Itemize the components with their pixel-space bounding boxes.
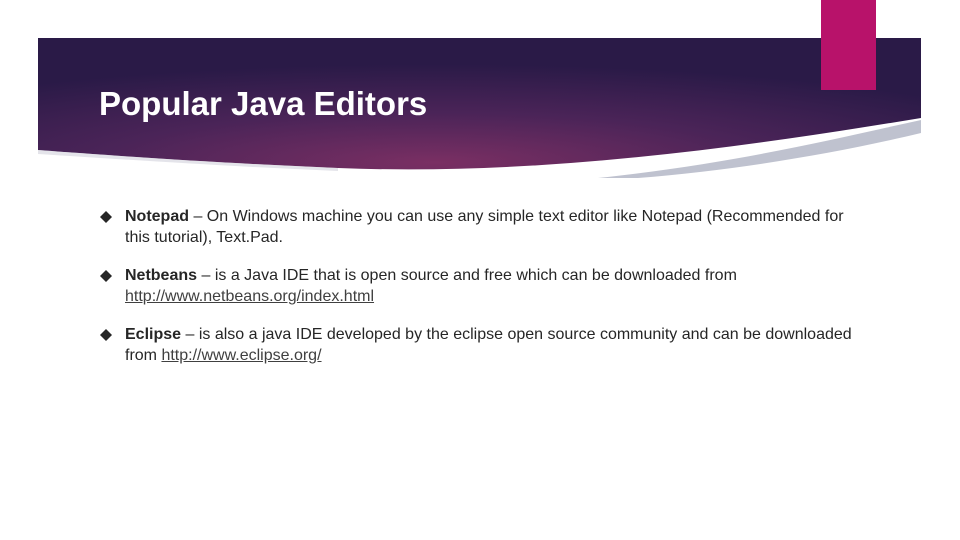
bullet-term: Eclipse (125, 326, 182, 343)
bullet-item-notepad: Notepad – On Windows machine you can use… (100, 206, 860, 248)
accent-tab (821, 0, 876, 90)
bullet-term: Netbeans (125, 267, 198, 284)
eclipse-link[interactable]: http://www.eclipse.org/ (161, 347, 321, 364)
slide-title: Popular Java Editors (99, 85, 428, 122)
bullet-item-eclipse: Eclipse – is also a java IDE developed b… (100, 324, 860, 366)
bullet-item-netbeans: Netbeans – is a Java IDE that is open so… (100, 265, 860, 307)
bullet-text: – is a Java IDE that is open source and … (197, 267, 737, 284)
bullet-text: – On Windows machine you can use any sim… (125, 208, 844, 246)
netbeans-link[interactable]: http://www.netbeans.org/index.html (125, 288, 374, 305)
bullet-term: Notepad (125, 208, 189, 225)
diamond-icon (100, 211, 112, 223)
diamond-icon (100, 329, 112, 341)
diamond-icon (100, 270, 112, 282)
bullet-list: Notepad – On Windows machine you can use… (100, 206, 860, 383)
